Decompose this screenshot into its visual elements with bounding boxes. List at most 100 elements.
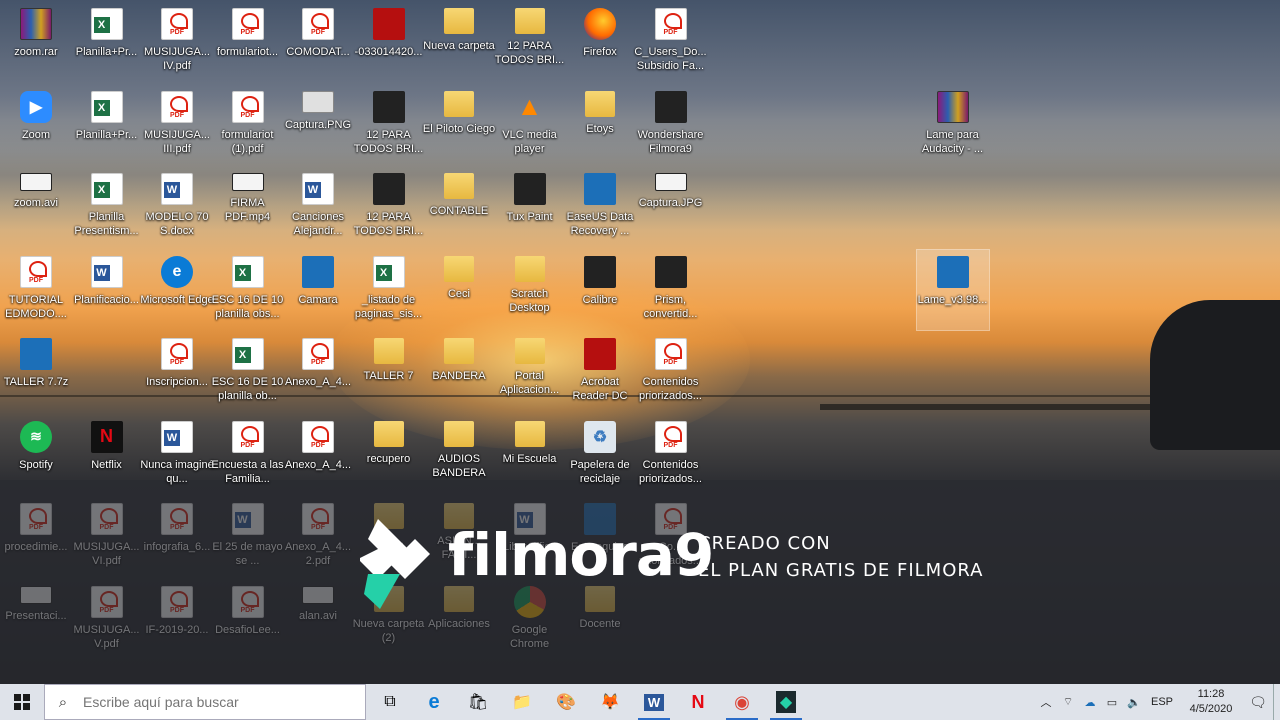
clock[interactable]: 11:28 4/5/2020 [1179, 687, 1243, 717]
desktop-icon-c-users-do-subsidio-fa[interactable]: PDF C_Users_Do... Subsidio Fa... [634, 2, 707, 82]
black-file-icon [372, 90, 405, 123]
desktop-icon-comodat[interactable]: PDF COMODAT... [282, 2, 354, 82]
desktop-icon-zoom-avi[interactable]: zoom.avi [0, 167, 72, 247]
desktop-icon-lame-para-audacity[interactable]: Lame para Audacity - ... [917, 85, 989, 165]
desktop-icon-bandera[interactable]: BANDERA [423, 332, 495, 412]
battery-icon[interactable]: ▭ [1101, 696, 1123, 709]
desktop-icon-scratch-desktop[interactable]: Scratch Desktop [494, 250, 566, 330]
desktop-icon-firma-pdf-mp4[interactable]: FIRMA PDF.mp4 [212, 167, 284, 247]
desktop-icon-papelera-de-reciclaje[interactable]: ♻ Papelera de reciclaje [564, 415, 636, 495]
desktop-icon-mi-escuela[interactable]: Mi Escuela [494, 415, 566, 495]
desktop-icon-infografia-6[interactable]: PDF infografia_6... [141, 497, 213, 577]
desktop-icon-captura-png[interactable]: Captura.PNG [282, 85, 354, 165]
language-indicator[interactable]: ESP [1145, 696, 1179, 708]
desktop-icon-acrobat-reader-dc[interactable]: Acrobat Reader DC [564, 332, 636, 412]
desktop-icon-musijuga-v-pdf[interactable]: PDF MUSIJUGA... V.pdf [71, 580, 143, 660]
notification-center-icon[interactable]: 🗨 [1243, 694, 1273, 711]
desktop-icon-12-para-todos-bri[interactable]: 12 PARA TODOS BRI... [494, 2, 566, 82]
start-button[interactable] [0, 684, 44, 720]
pdf-file-icon: PDF [231, 585, 264, 618]
desktop-icon-encuesta-a-las-familia[interactable]: PDF Encuesta a las Familia... [211, 415, 284, 495]
desktop-icon-ceci[interactable]: Ceci [423, 250, 495, 330]
desktop-icon-recupero[interactable]: recupero [353, 415, 425, 495]
desktop-icon-calibre[interactable]: Calibre [564, 250, 636, 330]
desktop-icon-contable[interactable]: CONTABLE [423, 167, 495, 247]
wifi-icon[interactable]: ⌔ [1057, 695, 1079, 709]
desktop-icon-camara[interactable]: Camara [282, 250, 354, 330]
taskbar-app-netflix[interactable]: N [676, 684, 720, 720]
desktop-icon-formulariot[interactable]: PDF formulariot... [212, 2, 284, 82]
desktop[interactable]: zoom.rar Planilla+Pr... PDF MUSIJUGA... IV.… [0, 0, 1280, 684]
desktop-icon-if-2019-20[interactable]: PDF IF-2019-20... [141, 580, 213, 660]
desktop-icon-captura-jpg[interactable]: Captura.JPG [635, 167, 707, 247]
desktop-icon-planilla-pr[interactable]: Planilla+Pr... [71, 2, 143, 82]
taskbar-app-edge[interactable]: e [412, 684, 456, 720]
taskbar-search-box[interactable]: ⌕ [44, 684, 366, 720]
desktop-icon-tutorial-edmodo[interactable]: PDF TUTORIAL EDMODO.... [0, 250, 72, 330]
desktop-icon-wondershare-filmora9[interactable]: Wondershare Filmora9 [635, 85, 707, 165]
desktop-icon-planificacio[interactable]: Planificacio... [71, 250, 143, 330]
desktop-icon-vlc-media-player[interactable]: ▲ VLC media player [494, 85, 566, 165]
desktop-icon-contenidos-priorizados[interactable]: PDF Contenidos priorizados... [635, 415, 707, 495]
desktop-icon-formulariot-1-pdf[interactable]: PDF formulariot (1).pdf [212, 85, 284, 165]
desktop-icon-esc-16-de-10-planilla-ob[interactable]: ESC 16 DE 10 planilla ob... [212, 332, 284, 412]
pdf-file-icon: PDF [302, 503, 334, 535]
volume-icon[interactable]: 🔈 [1123, 696, 1145, 709]
taskbar-app-file-explorer[interactable]: 📁 [500, 684, 544, 720]
desktop-icon-audios-bandera[interactable]: AUDIOS BANDERA [423, 415, 495, 495]
desktop-icon-inscripcion[interactable]: PDF Inscripcion... [141, 332, 213, 412]
desktop-icon-musijuga-iv-pdf[interactable]: PDF MUSIJUGA... IV.pdf [141, 2, 213, 82]
desktop-icon-desafiolee[interactable]: PDF DesafioLee... [212, 580, 284, 660]
show-hidden-icons-chevron-icon[interactable]: ︿ [1035, 694, 1057, 710]
desktop-icon-anexo-a-4[interactable]: PDF Anexo_A_4... [282, 415, 354, 495]
desktop-icon-anexo-a-4[interactable]: PDF Anexo_A_4... [282, 332, 354, 412]
desktop-icon-microsoft-edge[interactable]: e Microsoft Edge [140, 250, 214, 330]
taskbar-app-store[interactable]: 🛍 [456, 684, 500, 720]
desktop-icon-listado-de-paginas-sis[interactable]: _listado de paginas_sis... [353, 250, 425, 330]
desktop-icon-12-para-todos-bri[interactable]: 12 PARA TODOS BRI... [353, 167, 425, 247]
desktop-icon-nueva-carpeta[interactable]: Nueva carpeta [423, 2, 495, 82]
desktop-icon-tux-paint[interactable]: Tux Paint [494, 167, 566, 247]
desktop-icon-etoys[interactable]: Etoys [564, 85, 636, 165]
desktop-icon-zoom[interactable]: ▶ Zoom [0, 85, 72, 165]
desktop-icon-spotify[interactable]: ≋ Spotify [0, 415, 72, 495]
desktop-icon-procedimie[interactable]: PDF procedimie... [0, 497, 72, 577]
desktop-icon-prism-convertid[interactable]: Prism, convertid... [635, 250, 707, 330]
desktop-icon-portal-aplicacion[interactable]: Portal Aplicacion... [494, 332, 566, 412]
desktop-icon-musijuga-iii-pdf[interactable]: PDF MUSIJUGA... III.pdf [141, 85, 213, 165]
taskbar-app-task-view[interactable]: ⧉ [368, 684, 412, 720]
taskbar-app-paint[interactable]: 🎨 [544, 684, 588, 720]
desktop-icon-firefox[interactable]: Firefox [564, 2, 636, 82]
desktop-icon-anexo-a-4-2-pdf[interactable]: PDF Anexo_A_4... 2.pdf [282, 497, 354, 577]
taskbar-app-filmora[interactable]: ◆ [764, 684, 808, 720]
desktop-icon-modelo-70-s-docx[interactable]: MODELO 70 S.docx [141, 167, 213, 247]
desktop-icon-planilla-presentism[interactable]: Planilla Presentism... [71, 167, 143, 247]
desktop-icon-zoom-rar[interactable]: zoom.rar [0, 2, 72, 82]
show-desktop-button[interactable] [1273, 684, 1280, 720]
desktop-icon-netflix[interactable]: N Netflix [71, 415, 143, 495]
taskbar-app-firefox[interactable]: 🦊 [588, 684, 632, 720]
desktop-icon-lame-v3-98[interactable]: Lame_v3.98... [915, 248, 990, 331]
desktop-icon-label: Microsoft Edge [140, 293, 214, 306]
taskbar-app-chrome[interactable]: ◉ [720, 684, 764, 720]
desktop-icon-contenidos-priorizados[interactable]: PDF Contenidos priorizados... [635, 332, 707, 412]
desktop-icon-label: Google Chrome [509, 623, 550, 650]
onedrive-cloud-icon[interactable]: ☁ [1079, 696, 1101, 709]
taskbar-app-word[interactable]: W [632, 684, 676, 720]
desktop-icon-el-25-de-mayo-se[interactable]: El 25 de mayo se ... [212, 497, 284, 577]
desktop-icon-easeus-data-recovery[interactable]: EaseUS Data Recovery ... [564, 167, 636, 247]
desktop-icon-esc-16-de-10-planilla-obs[interactable]: ESC 16 DE 10 planilla obs... [212, 250, 284, 330]
desktop-icon-taller-7[interactable]: TALLER 7 [353, 332, 425, 412]
desktop-icon-canciones-alejandr[interactable]: Canciones Alejandr... [282, 167, 354, 247]
desktop-icon-taller-7-7z[interactable]: TALLER 7.7z [0, 332, 72, 412]
desktop-icon-alan-avi[interactable]: alan.avi [282, 580, 354, 660]
desktop-icon-el-piloto-ciego[interactable]: El Piloto Ciego [423, 85, 495, 165]
desktop-icon-label: Wondershare Filmora9 [637, 128, 704, 155]
desktop-icon-musijuga-vi-pdf[interactable]: PDF MUSIJUGA... VI.pdf [71, 497, 143, 577]
desktop-icon-planilla-pr[interactable]: Planilla+Pr... [71, 85, 143, 165]
desktop-icon-presentaci[interactable]: Presentaci... [0, 580, 72, 660]
desktop-icon-033014420[interactable]: -033014420... [353, 2, 425, 82]
search-input[interactable] [81, 693, 355, 711]
desktop-icon-12-para-todos-bri[interactable]: 12 PARA TODOS BRI... [353, 85, 425, 165]
desktop-icon-nunca-imagin-qu[interactable]: Nunca imaginé qu... [140, 415, 214, 495]
